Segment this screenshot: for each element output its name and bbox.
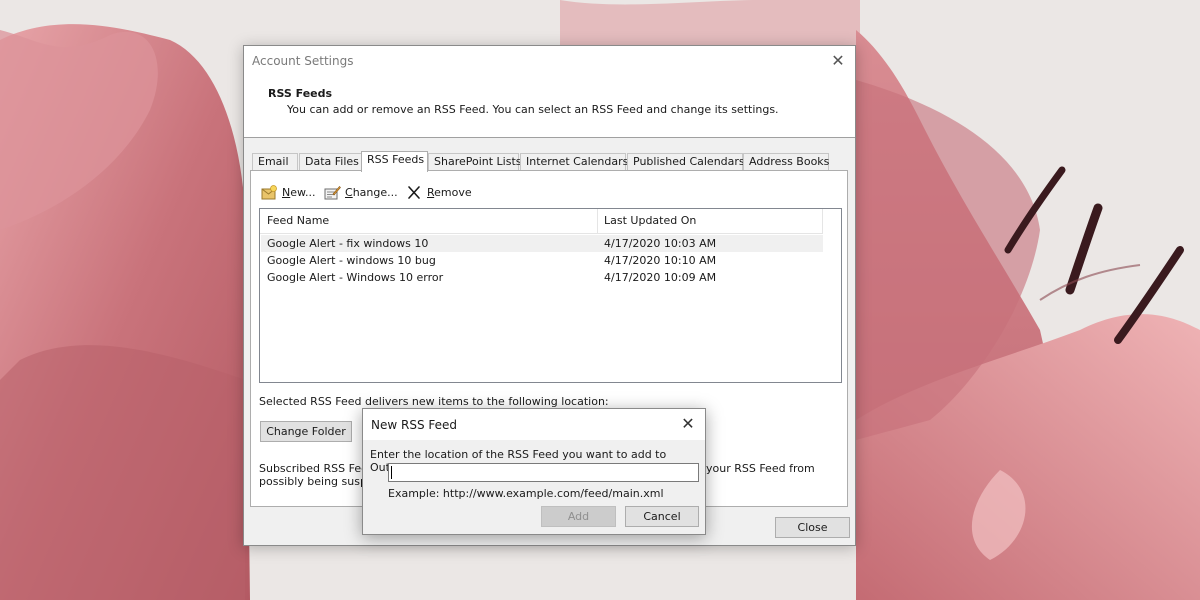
column-header-last-updated[interactable]: Last Updated On [597, 209, 696, 233]
change-feed-label: Change... [345, 185, 398, 199]
column-header-feed-name[interactable]: Feed Name [260, 209, 329, 233]
feed-name: Google Alert - Windows 10 error [267, 271, 444, 284]
subscribed-text: your RSS Feed from [706, 462, 815, 475]
feed-updated: 4/17/2020 10:09 AM [604, 271, 717, 284]
close-icon[interactable]: ✕ [827, 50, 849, 72]
tab-internet-calendars[interactable]: Internet Calendars [520, 153, 628, 171]
example-url-hint: Example: http://www.example.com/feed/mai… [388, 487, 664, 500]
column-separator[interactable] [822, 209, 823, 234]
header-title: RSS Feeds [268, 87, 333, 100]
remove-feed-label: Remove [427, 185, 472, 199]
new-rss-feed-dialog: New RSS Feed ✕ Enter the location of the… [362, 408, 706, 535]
feed-list[interactable]: Feed Name Last Updated On Google Alert -… [259, 208, 842, 383]
feed-updated: 4/17/2020 10:10 AM [604, 254, 717, 267]
feed-location-input[interactable] [388, 463, 699, 482]
subscribed-text: possibly being susp [259, 475, 367, 488]
dialog-titlebar[interactable]: New RSS Feed ✕ [363, 409, 705, 440]
tab-published-calendars[interactable]: Published Calendars [627, 153, 745, 171]
header-description: You can add or remove an RSS Feed. You c… [287, 103, 779, 116]
new-feed-label: New... [282, 185, 316, 199]
tab-sharepoint-lists[interactable]: SharePoint Lists [428, 153, 522, 171]
close-icon[interactable]: ✕ [677, 413, 699, 435]
change-feed-button[interactable]: Change... [324, 183, 398, 201]
subscribed-text: Subscribed RSS Feed [259, 462, 375, 475]
close-button[interactable]: Close [775, 517, 850, 538]
feed-name: Google Alert - windows 10 bug [267, 254, 436, 267]
dialog-title: New RSS Feed [371, 418, 458, 432]
remove-icon [408, 185, 420, 199]
change-feed-icon [324, 185, 341, 199]
change-folder-button[interactable]: Change Folder [260, 421, 352, 442]
feed-list-header: Feed Name Last Updated On [260, 209, 823, 234]
tab-data-files[interactable]: Data Files [299, 153, 362, 171]
feed-row[interactable]: Google Alert - Windows 10 error 4/17/202… [261, 269, 823, 286]
dialog-title: Account Settings [252, 54, 354, 68]
tab-email[interactable]: Email [252, 153, 298, 171]
feed-name: Google Alert - fix windows 10 [267, 237, 429, 250]
feed-updated: 4/17/2020 10:03 AM [604, 237, 717, 250]
feed-row[interactable]: Google Alert - windows 10 bug 4/17/2020 … [261, 252, 823, 269]
text-caret [391, 466, 392, 479]
cancel-button[interactable]: Cancel [625, 506, 699, 527]
dialog-titlebar[interactable]: Account Settings ✕ [244, 46, 855, 76]
tab-rss-feeds[interactable]: RSS Feeds [361, 151, 428, 172]
new-feed-icon [261, 184, 277, 199]
add-button[interactable]: Add [541, 506, 616, 527]
tab-address-books[interactable]: Address Books [743, 153, 829, 171]
new-feed-button[interactable]: New... [261, 183, 315, 201]
feed-row[interactable]: Google Alert - fix windows 10 4/17/2020 … [261, 235, 823, 252]
remove-feed-button[interactable]: Remove [406, 183, 472, 201]
location-label: Selected RSS Feed delivers new items to … [259, 395, 609, 408]
dialog-header: RSS Feeds You can add or remove an RSS F… [244, 76, 855, 138]
